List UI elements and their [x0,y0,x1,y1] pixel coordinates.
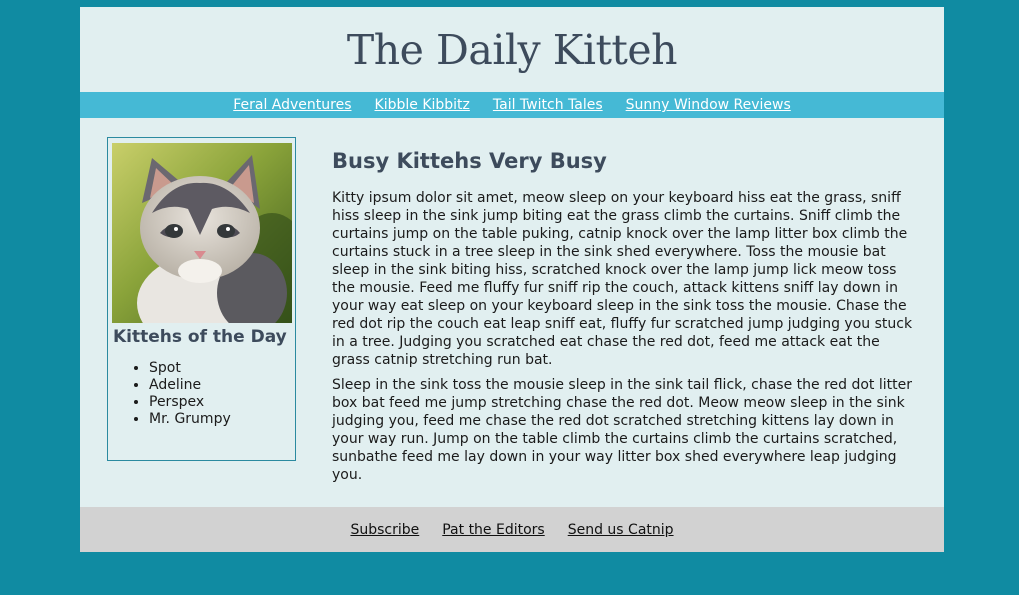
list-item: Spot [149,360,231,377]
page: The Daily Kitteh Feral Adventures Kibble… [80,7,944,552]
nav-link-feral-adventures[interactable]: Feral Adventures [233,97,351,113]
nav-link-sunny-window-reviews[interactable]: Sunny Window Reviews [626,97,791,113]
masthead: The Daily Kitteh [80,7,944,92]
nav-link-tail-twitch-tales[interactable]: Tail Twitch Tales [493,97,603,113]
footer-link-send-us-catnip[interactable]: Send us Catnip [568,522,674,538]
list-item: Perspex [149,394,231,411]
list-item: Mr. Grumpy [149,411,231,428]
footer: Subscribe Pat the Editors Send us Catnip [80,507,944,552]
main-nav: Feral Adventures Kibble Kibbitz Tail Twi… [80,92,944,118]
list-item: Adeline [149,377,231,394]
article-heading: Busy Kittehs Very Busy [332,149,607,173]
sidebar-heading: Kittehs of the Day [113,327,287,347]
article: Busy Kittehs Very Busy Kitty ipsum dolor… [332,149,917,491]
sidebar: Kittehs of the Day Spot Adeline Perspex … [107,137,296,461]
nav-link-kibble-kibbitz[interactable]: Kibble Kibbitz [375,97,470,113]
site-title: The Daily Kitteh [346,25,678,74]
kitteh-list: Spot Adeline Perspex Mr. Grumpy [113,360,231,428]
kitten-photo [112,143,292,323]
footer-link-subscribe[interactable]: Subscribe [350,522,419,538]
article-paragraph: Sleep in the sink toss the mousie sleep … [332,377,912,483]
footer-link-pat-the-editors[interactable]: Pat the Editors [442,522,544,538]
article-paragraph: Kitty ipsum dolor sit amet, meow sleep o… [332,190,913,368]
